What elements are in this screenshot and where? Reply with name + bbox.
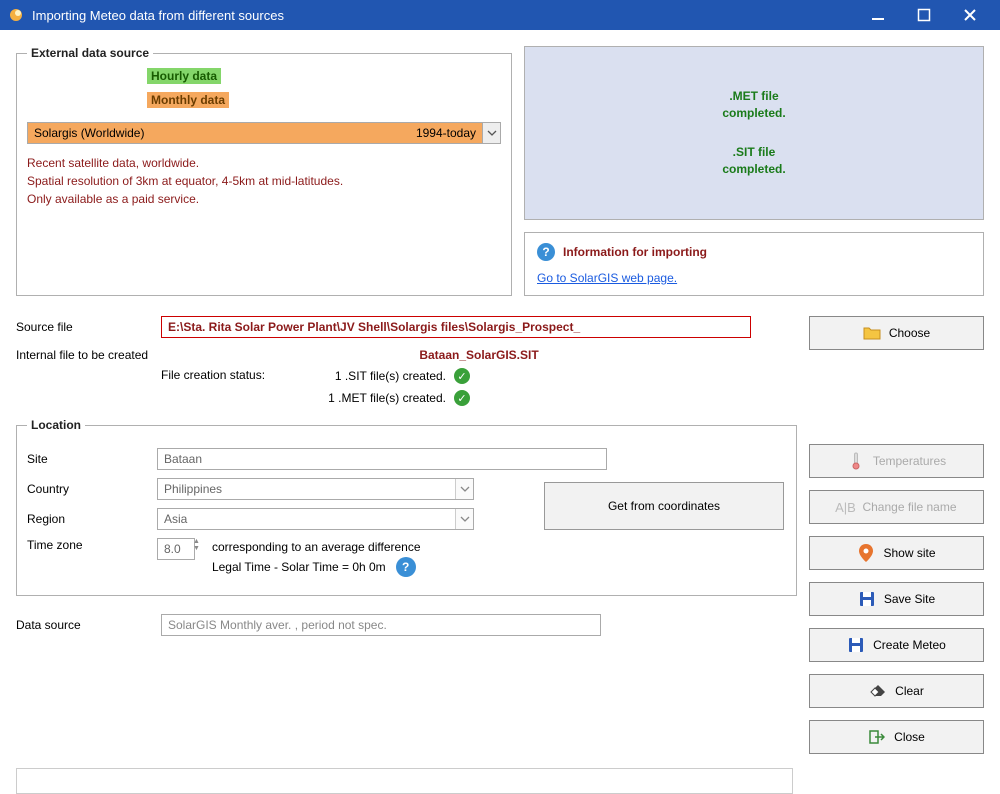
internal-file-label: Internal file to be created — [16, 348, 161, 364]
location-group: Location Site Country Philippines Region… — [16, 418, 797, 596]
provider-select[interactable]: Solargis (Worldwide) 1994-today — [27, 122, 501, 144]
country-value: Philippines — [164, 482, 222, 496]
site-input[interactable] — [157, 448, 607, 470]
tz-input[interactable] — [157, 538, 195, 560]
save-site-label: Save Site — [884, 592, 935, 606]
country-select[interactable]: Philippines — [157, 478, 474, 500]
create-meteo-label: Create Meteo — [873, 638, 946, 652]
status-box: .MET file completed. .SIT file completed… — [524, 46, 984, 220]
app-icon — [8, 7, 24, 23]
choose-label: Choose — [889, 326, 930, 340]
hourly-data-badge: Hourly data — [147, 68, 221, 84]
creation-status-label: File creation status: — [161, 368, 316, 406]
tz-text-1: corresponding to an average difference — [212, 538, 421, 557]
show-site-button[interactable]: Show site — [809, 536, 984, 570]
sit-status-2: completed. — [722, 161, 785, 178]
provider-label: Solargis (Worldwide) — [34, 126, 416, 140]
chevron-down-icon — [455, 479, 473, 499]
met-status-1: .MET file — [722, 88, 785, 105]
site-label: Site — [27, 452, 157, 466]
provider-years: 1994-today — [416, 126, 476, 140]
met-status-2: completed. — [722, 105, 785, 122]
eraser-icon — [869, 682, 887, 700]
clear-button[interactable]: Clear — [809, 674, 984, 708]
minimize-button[interactable] — [866, 3, 890, 27]
close-label: Close — [894, 730, 925, 744]
choose-button[interactable]: Choose — [809, 316, 984, 350]
sit-file-name: Bataan_SolarGIS.SIT — [161, 348, 797, 362]
clear-label: Clear — [895, 684, 924, 698]
info-title: Information for importing — [563, 245, 707, 259]
status-bar — [16, 768, 793, 794]
close-button[interactable]: Close — [809, 720, 984, 754]
data-source-label: Data source — [16, 618, 161, 632]
sit-status-1: .SIT file — [722, 144, 785, 161]
info-box: ? Information for importing Go to SolarG… — [524, 232, 984, 296]
check-icon: ✓ — [454, 390, 470, 406]
save-icon — [847, 636, 865, 654]
external-data-source-group: External data source Hourly data Monthly… — [16, 46, 512, 296]
info-icon: ? — [537, 243, 555, 261]
solargis-link[interactable]: Go to SolarGIS web page. — [537, 271, 677, 285]
close-window-button[interactable] — [958, 3, 982, 27]
desc-line-3: Only available as a paid service. — [27, 190, 501, 208]
region-value: Asia — [164, 512, 187, 526]
help-icon[interactable]: ? — [396, 557, 416, 577]
folder-icon — [863, 324, 881, 342]
save-icon — [858, 590, 876, 608]
data-source-input[interactable] — [161, 614, 601, 636]
tz-text-2: Legal Time - Solar Time = 0h 0m — [212, 558, 386, 577]
source-file-path[interactable]: E:\Sta. Rita Solar Power Plant\JV Shell\… — [161, 316, 751, 338]
source-file-label: Source file — [16, 320, 161, 334]
met-created-text: 1 .MET file(s) created. — [316, 391, 446, 405]
location-legend: Location — [27, 418, 85, 432]
thermometer-icon — [847, 452, 865, 470]
get-coordinates-button[interactable]: Get from coordinates — [544, 482, 784, 530]
tz-label: Time zone — [27, 538, 157, 552]
desc-line-2: Spatial resolution of 3km at equator, 4-… — [27, 172, 501, 190]
external-legend: External data source — [27, 46, 153, 60]
rename-icon: A|B — [836, 498, 854, 516]
desc-line-1: Recent satellite data, worldwide. — [27, 154, 501, 172]
titlebar: Importing Meteo data from different sour… — [0, 0, 1000, 30]
show-site-label: Show site — [883, 546, 935, 560]
change-name-label: Change file name — [862, 500, 956, 514]
check-icon: ✓ — [454, 368, 470, 384]
save-site-button[interactable]: Save Site — [809, 582, 984, 616]
sit-created-text: 1 .SIT file(s) created. — [316, 369, 446, 383]
maximize-button[interactable] — [912, 3, 936, 27]
exit-icon — [868, 728, 886, 746]
window-title: Importing Meteo data from different sour… — [32, 8, 866, 23]
create-meteo-button[interactable]: Create Meteo — [809, 628, 984, 662]
temperatures-button: Temperatures — [809, 444, 984, 478]
region-select[interactable]: Asia — [157, 508, 474, 530]
monthly-data-badge: Monthly data — [147, 92, 229, 108]
country-label: Country — [27, 482, 157, 496]
tz-spinner[interactable]: ▲▼ — [193, 538, 200, 552]
change-file-name-button: A|B Change file name — [809, 490, 984, 524]
chevron-down-icon — [455, 509, 473, 529]
get-coords-label: Get from coordinates — [608, 499, 720, 513]
temperatures-label: Temperatures — [873, 454, 946, 468]
region-label: Region — [27, 512, 157, 526]
pin-icon — [857, 544, 875, 562]
chevron-down-icon — [482, 123, 500, 143]
